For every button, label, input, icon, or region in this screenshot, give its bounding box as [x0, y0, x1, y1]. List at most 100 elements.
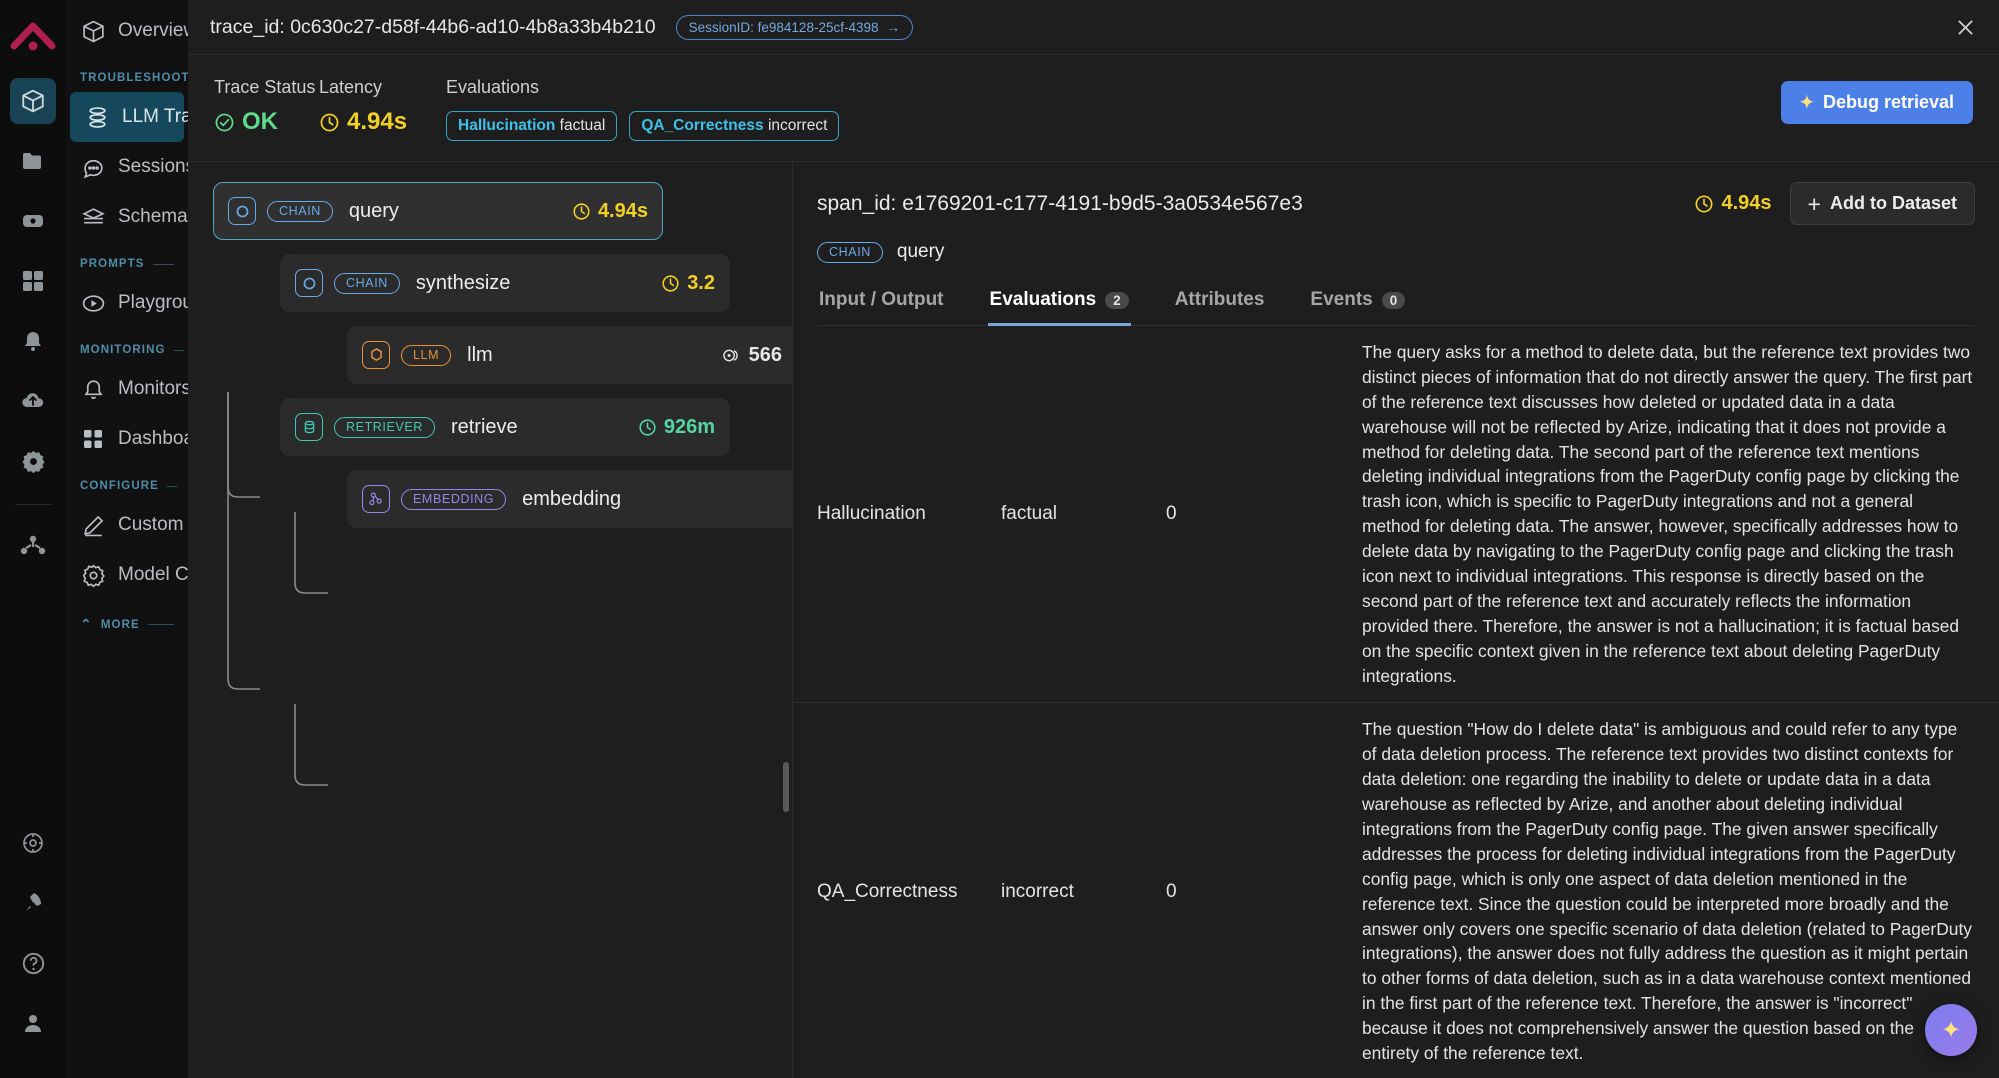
eval-label: factual: [993, 326, 1158, 702]
traces-icon: [84, 104, 110, 130]
span-name: query: [897, 241, 945, 263]
rail-item-database[interactable]: [10, 198, 56, 244]
rail-item-grid[interactable]: [10, 258, 56, 304]
sidebar-item-playground[interactable]: Playground: [66, 278, 188, 328]
play-icon: [80, 290, 106, 316]
eval-pill-value: incorrect: [768, 117, 827, 134]
gear-icon: [80, 562, 106, 588]
eval-score: 0: [1158, 703, 1358, 1078]
bell-icon: [80, 376, 106, 402]
llm-icon: [362, 341, 390, 369]
table-row[interactable]: Hallucination factual 0 The query asks f…: [793, 326, 1999, 703]
rail-item-rocket[interactable]: [10, 880, 56, 926]
nav-group-rule: [148, 624, 174, 625]
sparkle-icon: ✦: [1941, 1016, 1961, 1045]
sidebar-item-monitors[interactable]: Monitors: [66, 364, 188, 414]
span-metric: 3.2: [661, 272, 715, 295]
latency-value-row: 4.94s: [319, 108, 446, 136]
rail-item-folder[interactable]: [10, 138, 56, 184]
eval-pill-value: factual: [560, 117, 606, 134]
sidebar-item-label: Model Config: [118, 564, 188, 586]
span-name: llm: [467, 344, 493, 367]
sidebar-item-label: Custom Metrics: [118, 514, 188, 536]
dashboard-icon: [80, 426, 106, 452]
sidebar-item-overview[interactable]: Overview: [66, 6, 188, 56]
sidebar-item-schema[interactable]: Schema: [66, 192, 188, 242]
trace-status-label: Trace Status: [214, 77, 319, 98]
plus-icon: +: [1808, 196, 1821, 212]
trace-id-label: trace_id: 0c630c27-d58f-44b6-ad10-4b8a33…: [210, 16, 656, 39]
span-kind-row: CHAIN query: [817, 241, 1975, 263]
span-detail-header: span_id: e1769201-c177-4191-b9d5-3a0534e…: [793, 162, 1999, 326]
sidebar-item-label: Sessions: [118, 156, 188, 178]
span-latency: 4.94s: [1694, 192, 1771, 215]
sidebar-item-sessions[interactable]: Sessions: [66, 142, 188, 192]
nav-group-label: MONITORING: [80, 344, 166, 356]
nav-group-rule: [153, 264, 174, 265]
app-root: Overview TROUBLESHOOTING LLM Tracing Ses…: [0, 0, 1999, 1078]
span-kind-pill: CHAIN: [334, 273, 400, 294]
span-row-llm[interactable]: LLM llm 566: [347, 326, 793, 384]
table-row[interactable]: QA_Correctness incorrect 0 The question …: [793, 703, 1999, 1078]
tab-input-output[interactable]: Input / Output: [817, 279, 946, 326]
sidebar-item-label: Overview: [118, 20, 188, 42]
tab-evaluations[interactable]: Evaluations 2: [988, 279, 1131, 326]
rail-item-bell[interactable]: [10, 318, 56, 364]
span-metric: 566: [721, 344, 782, 367]
latency-value: 4.94s: [347, 108, 407, 136]
sparkle-assistant-button[interactable]: ✦: [1925, 1004, 1977, 1056]
eval-pill-qa-correctness[interactable]: QA_Correctness incorrect: [629, 111, 839, 141]
rail-item-cloud-upload[interactable]: [10, 378, 56, 424]
chain-icon: [295, 269, 323, 297]
pencil-icon: [80, 512, 106, 538]
span-row-embedding[interactable]: EMBEDDING embedding: [347, 470, 793, 528]
eval-explanation: The question "How do I delete data" is a…: [1358, 703, 1999, 1078]
span-row-synthesize[interactable]: CHAIN synthesize 3.2: [280, 254, 730, 312]
sidebar-item-dashboards[interactable]: Dashboards: [66, 414, 188, 464]
close-button[interactable]: [1947, 9, 1983, 45]
span-name: embedding: [522, 488, 621, 511]
session-id-link[interactable]: SessionID: fe984128-25cf-4398 →: [676, 15, 913, 40]
eval-pill-name: QA_Correctness: [641, 117, 763, 134]
rail-item-compass[interactable]: [10, 820, 56, 866]
span-name: query: [349, 200, 399, 223]
debug-retrieval-label: Debug retrieval: [1823, 92, 1954, 113]
detail-tabs: Input / Output Evaluations 2 Attributes …: [817, 279, 1975, 326]
clock-icon: [661, 274, 680, 293]
nav-group-label: MORE: [101, 619, 140, 631]
tree-scrollbar-thumb[interactable]: [783, 762, 789, 812]
tab-attributes[interactable]: Attributes: [1173, 279, 1267, 326]
eval-pill-hallucination[interactable]: Hallucination factual: [446, 111, 617, 141]
span-metric-value: 926m: [664, 416, 715, 439]
rail-item-integrations[interactable]: [10, 523, 56, 569]
span-metric: 4.94s: [572, 200, 648, 223]
add-to-dataset-button[interactable]: + Add to Dataset: [1790, 182, 1975, 225]
span-row-retrieve[interactable]: RETRIEVER retrieve 926m: [280, 398, 730, 456]
span-detail-pane: span_id: e1769201-c177-4191-b9d5-3a0534e…: [793, 162, 1999, 1078]
sidebar-item-custom-metrics[interactable]: Custom Metrics: [66, 500, 188, 550]
nav-group-prompts: PROMPTS: [66, 242, 188, 278]
sidebar-item-label: LLM Tracing: [122, 106, 188, 128]
tab-badge: 0: [1382, 292, 1406, 309]
span-tree-pane: CHAIN query 4.94s CHAIN synthesize: [188, 162, 793, 1078]
tab-label: Events: [1310, 289, 1372, 311]
debug-retrieval-button[interactable]: ✦ Debug retrieval: [1781, 81, 1973, 124]
tab-label: Attributes: [1175, 289, 1265, 311]
span-kind-pill: CHAIN: [267, 201, 333, 222]
sidebar-item-llm-tracing[interactable]: LLM Tracing: [70, 92, 184, 142]
nav-group-troubleshooting: TROUBLESHOOTING: [66, 56, 188, 92]
rail-item-gear[interactable]: [10, 438, 56, 484]
sidebar-item-model-config[interactable]: Model Config: [66, 550, 188, 600]
layers-icon: [80, 204, 106, 230]
nav-group-monitoring: MONITORING: [66, 328, 188, 364]
rail-item-cube[interactable]: [10, 78, 56, 124]
rail-item-user[interactable]: [10, 1000, 56, 1046]
eval-score: 0: [1158, 326, 1358, 702]
latency-block: Latency 4.94s: [319, 77, 446, 136]
rail-item-help[interactable]: [10, 940, 56, 986]
tab-events[interactable]: Events 0: [1308, 279, 1407, 326]
span-metric-value: 566: [749, 344, 782, 367]
tab-label: Input / Output: [819, 289, 944, 311]
span-row-query[interactable]: CHAIN query 4.94s: [213, 182, 663, 240]
nav-group-more[interactable]: ⌃ MORE: [66, 600, 188, 641]
